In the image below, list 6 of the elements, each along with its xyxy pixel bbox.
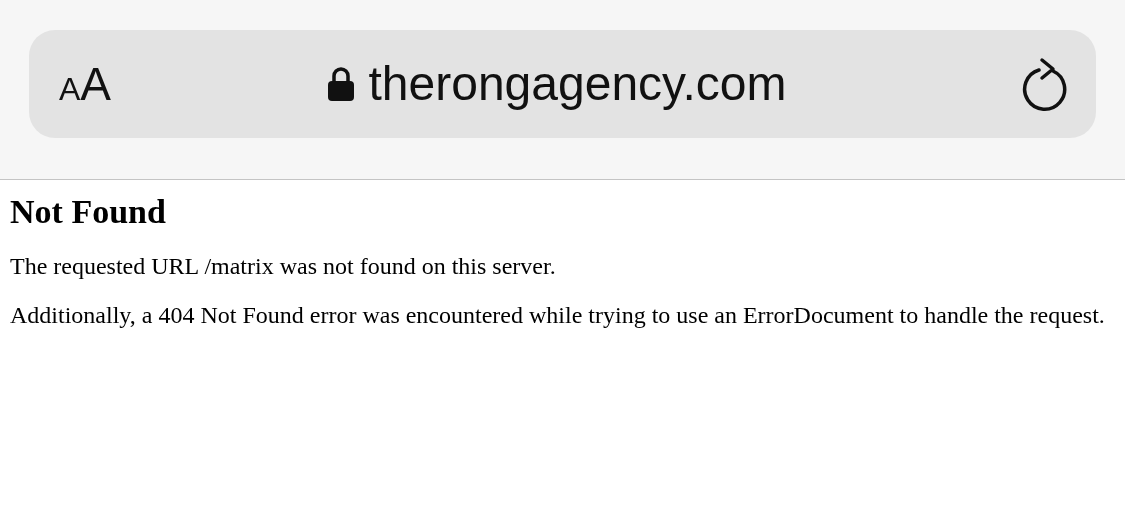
text-size-button[interactable]: AA bbox=[59, 60, 112, 107]
error-message: Additionally, a 404 Not Found error was encountered while trying to use an ErrorDocument to handle the request. bbox=[10, 300, 1106, 330]
url-text: therongagency.com bbox=[368, 59, 787, 108]
page-heading: Not Found bbox=[10, 192, 167, 232]
error-message: The requested URL /matrix was not found on this server. bbox=[10, 251, 557, 281]
address-bar[interactable]: AA therongagency.com bbox=[29, 29, 1096, 138]
